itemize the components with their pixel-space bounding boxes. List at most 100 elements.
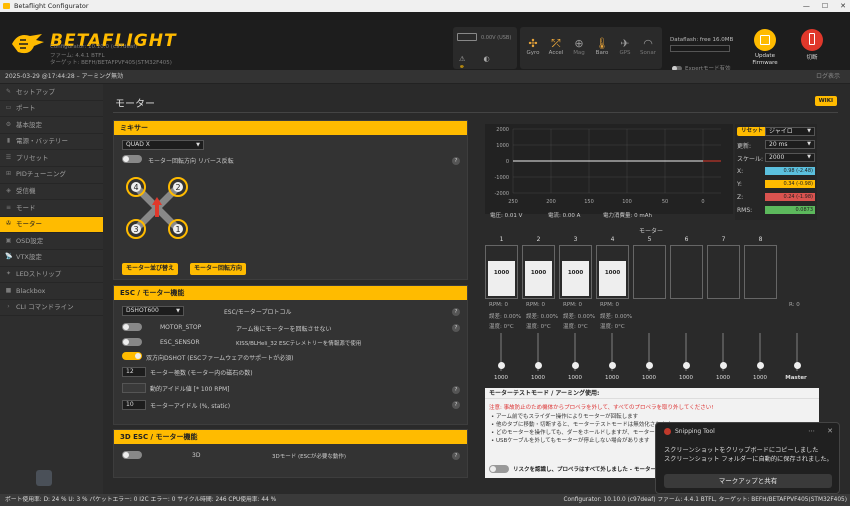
sidebar-item-cli[interactable]: › CLI コマンドライン <box>0 300 103 317</box>
sidebar-item-config[interactable]: ⚙ 基本設定 <box>0 117 103 134</box>
accel-icon: ⤱ <box>551 37 561 50</box>
motor-output-box: 1000 <box>559 245 592 299</box>
y-tick: 0 <box>506 159 509 165</box>
slider-knob[interactable] <box>645 362 653 369</box>
status-right: Configurator: 10.10.0 (c97deaf) ファーム: 4.… <box>563 497 848 503</box>
sidebar-item-vtx[interactable]: 📡 VTX設定 <box>0 250 103 267</box>
sidebar-item-wrench[interactable]: ✎ セットアップ <box>0 84 103 101</box>
help-icon[interactable]: ? <box>452 452 460 460</box>
sidebar-item-power[interactable]: ▮ 電源・バッテリー <box>0 134 103 151</box>
update-firmware-button[interactable]: Update Firmware <box>748 29 782 67</box>
sensor-label: GPS <box>619 50 631 56</box>
slider-knob[interactable] <box>682 362 690 369</box>
sidebar-item-receiver[interactable]: ◈ 受信機 <box>0 184 103 201</box>
power-icon: ▮ <box>6 137 11 145</box>
sensor-gyro: ✣ Gyro <box>524 37 542 56</box>
refresh-select[interactable]: 20 ms ▼ <box>765 140 815 149</box>
bidir-dshot-toggle[interactable] <box>122 352 142 360</box>
sidebar-item-led[interactable]: ✦ LEDストリップ <box>0 267 103 284</box>
help-icon[interactable]: ? <box>452 401 460 409</box>
scale-select[interactable]: 2000 ▼ <box>765 153 815 162</box>
refresh-value: 20 ms <box>769 141 788 148</box>
scale-label: スケール: <box>737 156 764 163</box>
motor-test-enable-toggle[interactable] <box>489 465 509 473</box>
help-icon[interactable]: ? <box>452 157 460 165</box>
markup-share-button[interactable]: マークアップと共有 <box>664 474 832 488</box>
motor-num-2: 2 <box>175 183 180 192</box>
close-icon[interactable]: ✕ <box>827 427 833 435</box>
motor-stat: 誤差: 0.00% <box>563 314 596 320</box>
presets-icon: ☰ <box>5 153 12 161</box>
graph-sensor-select[interactable]: ジャイロ ▼ <box>765 127 815 136</box>
sidebar-item-blackbox[interactable]: ■ Blackbox <box>0 283 103 300</box>
motor-stat: 誤差: 0.00% <box>526 314 559 320</box>
master-label: Master <box>785 375 807 381</box>
esc-sensor-toggle[interactable] <box>122 338 142 346</box>
reverse-motor-toggle[interactable] <box>122 155 142 163</box>
motor-poles-input[interactable]: 12 <box>122 367 146 377</box>
reset-graph-button[interactable]: リセット <box>737 127 768 136</box>
idle-rpm-input[interactable] <box>122 383 146 393</box>
sidebar-item-presets[interactable]: ☰ プリセット <box>0 150 103 167</box>
modes-icon: ≡ <box>5 203 12 211</box>
help-icon[interactable]: ? <box>452 324 460 332</box>
sidebar: ✎ セットアップ ▭ ポート ⚙ 基本設定 ▮ 電源・バッテリー ☰ プリセット ⊞ PIDチューニン… <box>0 84 103 494</box>
sidebar-item-pid[interactable]: ⊞ PIDチューニング <box>0 167 103 184</box>
motor-stat: RPM: 0 <box>489 302 508 308</box>
x-tick: 250 <box>508 199 518 205</box>
y-tick: -2000 <box>494 191 509 197</box>
esc-protocol-select[interactable]: DSHOT600 ▼ <box>122 306 184 316</box>
close-window-button[interactable]: ✕ <box>840 0 846 12</box>
motor-output-fill <box>599 261 626 296</box>
show-log-link[interactable]: ログ表示 <box>816 70 840 84</box>
slider-knob[interactable] <box>608 362 616 369</box>
sensor-mag: ⊕ Mag <box>570 37 588 56</box>
slider-value: 1000 <box>679 375 693 381</box>
sidebar-item-label: プリセット <box>16 153 49 162</box>
status-text: ポート使用率: D: 24 % U: 3 % パケットエラー: 0 I2C エラ… <box>5 497 277 503</box>
motor-stop-toggle[interactable] <box>122 323 142 331</box>
sensor-graph: 2000 1000 0 -1000 -2000 250 200 150 100 50 0 <box>485 124 733 214</box>
motor-idle-input[interactable]: 10 <box>122 400 146 410</box>
snipping-tool-icon <box>664 428 671 435</box>
slider-knob[interactable] <box>756 362 764 369</box>
sidebar-item-ports[interactable]: ▭ ポート <box>0 101 103 118</box>
motor-output-value: 1000 <box>530 270 547 276</box>
chevron-down-icon: ▼ <box>807 141 811 147</box>
disconnect-button[interactable]: 切断 <box>800 29 824 61</box>
motor-stop-label: MOTOR_STOP <box>160 324 202 331</box>
more-options-icon[interactable]: ⋯ <box>808 427 815 435</box>
idle-rpm-label: 動的アイドル値 [* 100 RPM] <box>150 386 230 393</box>
chevron-down-icon: ▼ <box>176 308 180 314</box>
window-titlebar: Betaflight Configurator — ☐ ✕ <box>0 0 850 12</box>
slider-value: 1000 <box>716 375 730 381</box>
slider-knob[interactable] <box>497 362 505 369</box>
slider-knob[interactable] <box>571 362 579 369</box>
slider-knob[interactable] <box>534 362 542 369</box>
motor-direction-button[interactable]: モーター回転方向 <box>190 263 247 275</box>
mixer-select[interactable]: QUAD X ▼ <box>122 140 204 150</box>
help-icon[interactable]: ? <box>452 308 460 316</box>
sidebar-item-label: CLI コマンドライン <box>16 303 74 312</box>
minimize-button[interactable]: — <box>803 0 810 12</box>
sidebar-item-label: 電源・バッテリー <box>16 137 68 146</box>
help-icon[interactable]: ? <box>452 386 460 394</box>
slider-knob[interactable] <box>793 362 801 369</box>
app-icon <box>3 3 10 9</box>
sensor-box: ✣ Gyro ⤱ Accel ⊕ Mag 🌡 Baro ✈ GPS ◠ Sonar <box>520 27 662 69</box>
notice-item: • アーム前でもスライダー操作によりモーターが回転します <box>491 414 639 420</box>
sidebar-item-motor[interactable]: ✇ モーター <box>0 216 103 234</box>
reorder-motors-button[interactable]: モーター並び替え <box>122 263 179 275</box>
reverse-motor-label: モーター回転方向 リバース反転 <box>148 158 234 165</box>
threed-toggle[interactable] <box>122 451 142 459</box>
wiki-button[interactable]: WIKI <box>814 96 837 106</box>
sidebar-item-osd[interactable]: ▣ OSD設定 <box>0 233 103 250</box>
motor-output-fill <box>562 261 589 296</box>
maximize-button[interactable]: ☐ <box>822 0 828 12</box>
slider-knob[interactable] <box>719 362 727 369</box>
sidebar-item-modes[interactable]: ≡ モード <box>0 200 103 217</box>
slider-value: 1000 <box>568 375 582 381</box>
sonar-icon: ◠ <box>643 37 653 50</box>
motor-stat: 温度: 0°C <box>526 324 551 330</box>
motor-icon: ✇ <box>5 220 12 228</box>
